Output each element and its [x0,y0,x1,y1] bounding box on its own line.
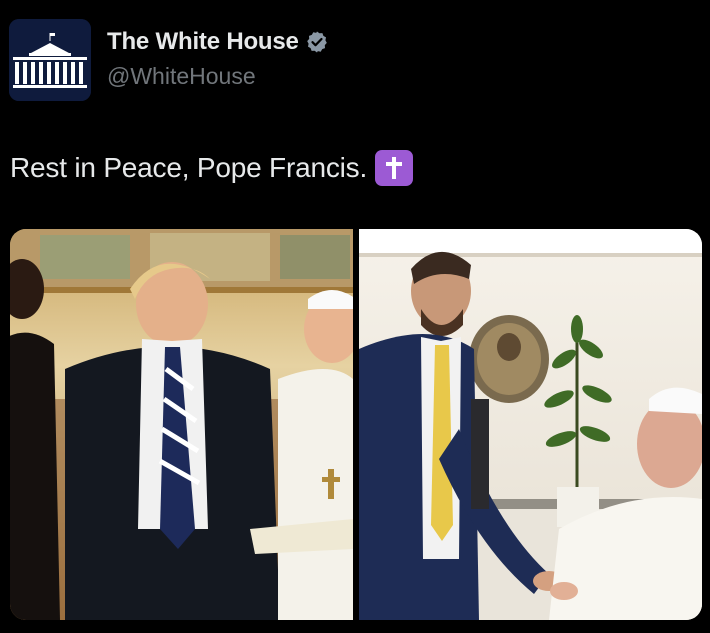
verified-badge-icon[interactable] [305,30,329,54]
avatar[interactable] [9,19,91,101]
photo-right[interactable] [359,229,702,620]
post-text-content: Rest in Peace, Pope Francis. [10,152,368,183]
photo-icon [10,229,353,620]
post-text: Rest in Peace, Pope Francis. [10,150,414,186]
handle[interactable]: @WhiteHouse [107,63,256,90]
display-name[interactable]: The White House [107,28,299,56]
photo-left[interactable] [10,229,353,620]
white-house-logo-icon [9,19,91,101]
name-row: The White House [107,28,329,56]
photo-icon [359,229,702,620]
media-grid [10,229,702,620]
post: The White House @WhiteHouse Rest in Peac… [0,0,710,633]
latin-cross-emoji-icon [375,150,414,186]
